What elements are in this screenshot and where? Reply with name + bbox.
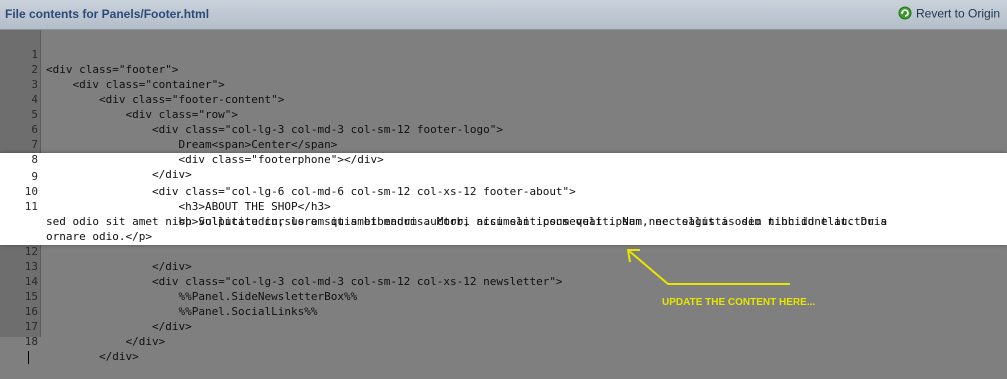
code-line[interactable]: 9 <div class="col-lg-6 col-md-6 col-sm-1…: [0, 154, 575, 198]
revert-to-original-button[interactable]: Revert to Origin: [898, 6, 1000, 23]
code-line[interactable]: 5 <div class="col-lg-3 col-md-3 col-sm-1…: [0, 92, 503, 136]
code-text: </div>: [46, 320, 192, 333]
code-text: <div class="footerphone"></div>: [46, 153, 384, 166]
text-cursor: [27, 350, 29, 364]
code-text: <div class="footer-content">: [46, 93, 285, 106]
code-line[interactable]: 18 </div>: [0, 319, 139, 364]
revert-label: Revert to Origin: [916, 6, 1001, 21]
code-line[interactable]: 1 <div class="footer">: [0, 32, 178, 76]
line-number: 18: [24, 335, 38, 348]
code-text: <div class="col-lg-3 col-md-3 col-sm-12 …: [46, 275, 563, 288]
code-line[interactable]: 14 %%Panel.SideNewsletterBox%%: [0, 259, 358, 303]
code-line[interactable]: 11 <p>Sollicitudin, lorem quis bibendum …: [0, 184, 887, 228]
code-editor[interactable]: 1 <div class="footer"> 2 <div class="con…: [0, 30, 1007, 364]
code-text: </div>: [46, 168, 192, 181]
title-bar: File contents for Panels/Footer.html Rev…: [0, 0, 1007, 30]
code-line[interactable]: 6 Dream<span>Center</span>: [0, 107, 337, 151]
code-text: <div class="container">: [46, 78, 225, 91]
code-line[interactable]: 8 </div>: [0, 137, 191, 181]
code-line[interactable]: 16 </div>: [0, 289, 192, 333]
code-line-wrap[interactable]: ornare odio.</p>: [0, 214, 152, 243]
code-line[interactable]: 2 <div class="container">: [0, 47, 224, 91]
code-line[interactable]: 4 <div class="row">: [0, 77, 238, 121]
code-line[interactable]: 13 <div class="col-lg-3 col-md-3 col-sm-…: [0, 244, 563, 288]
code-line[interactable]: 7 <div class="footerphone"></div>: [0, 122, 383, 166]
code-line[interactable]: 3 <div class="footer-content">: [0, 62, 284, 106]
code-line[interactable]: 17 </div>: [0, 304, 165, 348]
code-text: ornare odio.</p>: [46, 230, 152, 243]
page-title: File contents for Panels/Footer.html: [5, 7, 210, 21]
code-text: %%Panel.SideNewsletterBox%%: [46, 290, 358, 303]
code-text: <div class="col-lg-6 col-md-6 col-sm-12 …: [46, 185, 576, 198]
code-line[interactable]: 10 <h3>ABOUT THE SHOP</h3>: [0, 169, 331, 213]
revert-arrow-icon: [898, 6, 912, 23]
code-text: sed odio sit amet nibh vulputate cursus …: [46, 215, 888, 228]
code-text: </div>: [46, 260, 192, 273]
code-line[interactable]: 15 %%Panel.SocialLinks%%: [0, 274, 318, 318]
code-text: <h3>ABOUT THE SHOP</h3>: [46, 200, 331, 213]
code-text: </div>: [46, 335, 166, 348]
code-text: Dream<span>Center</span>: [46, 138, 338, 151]
annotation-text: UPDATE THE CONTENT HERE...: [662, 297, 816, 308]
code-line-wrap[interactable]: sed odio sit amet nibh vulputate cursus …: [0, 199, 887, 228]
code-text: <div class="footer">: [46, 63, 179, 76]
annotation-arrow-icon: [626, 249, 790, 285]
code-text: </div>: [46, 350, 139, 363]
code-text: <div class="col-lg-3 col-md-3 col-sm-12 …: [46, 123, 503, 136]
code-line[interactable]: 12 </div>: [0, 229, 192, 273]
code-text: <div class="row">: [46, 108, 239, 121]
code-text: %%Panel.SocialLinks%%: [46, 305, 318, 318]
